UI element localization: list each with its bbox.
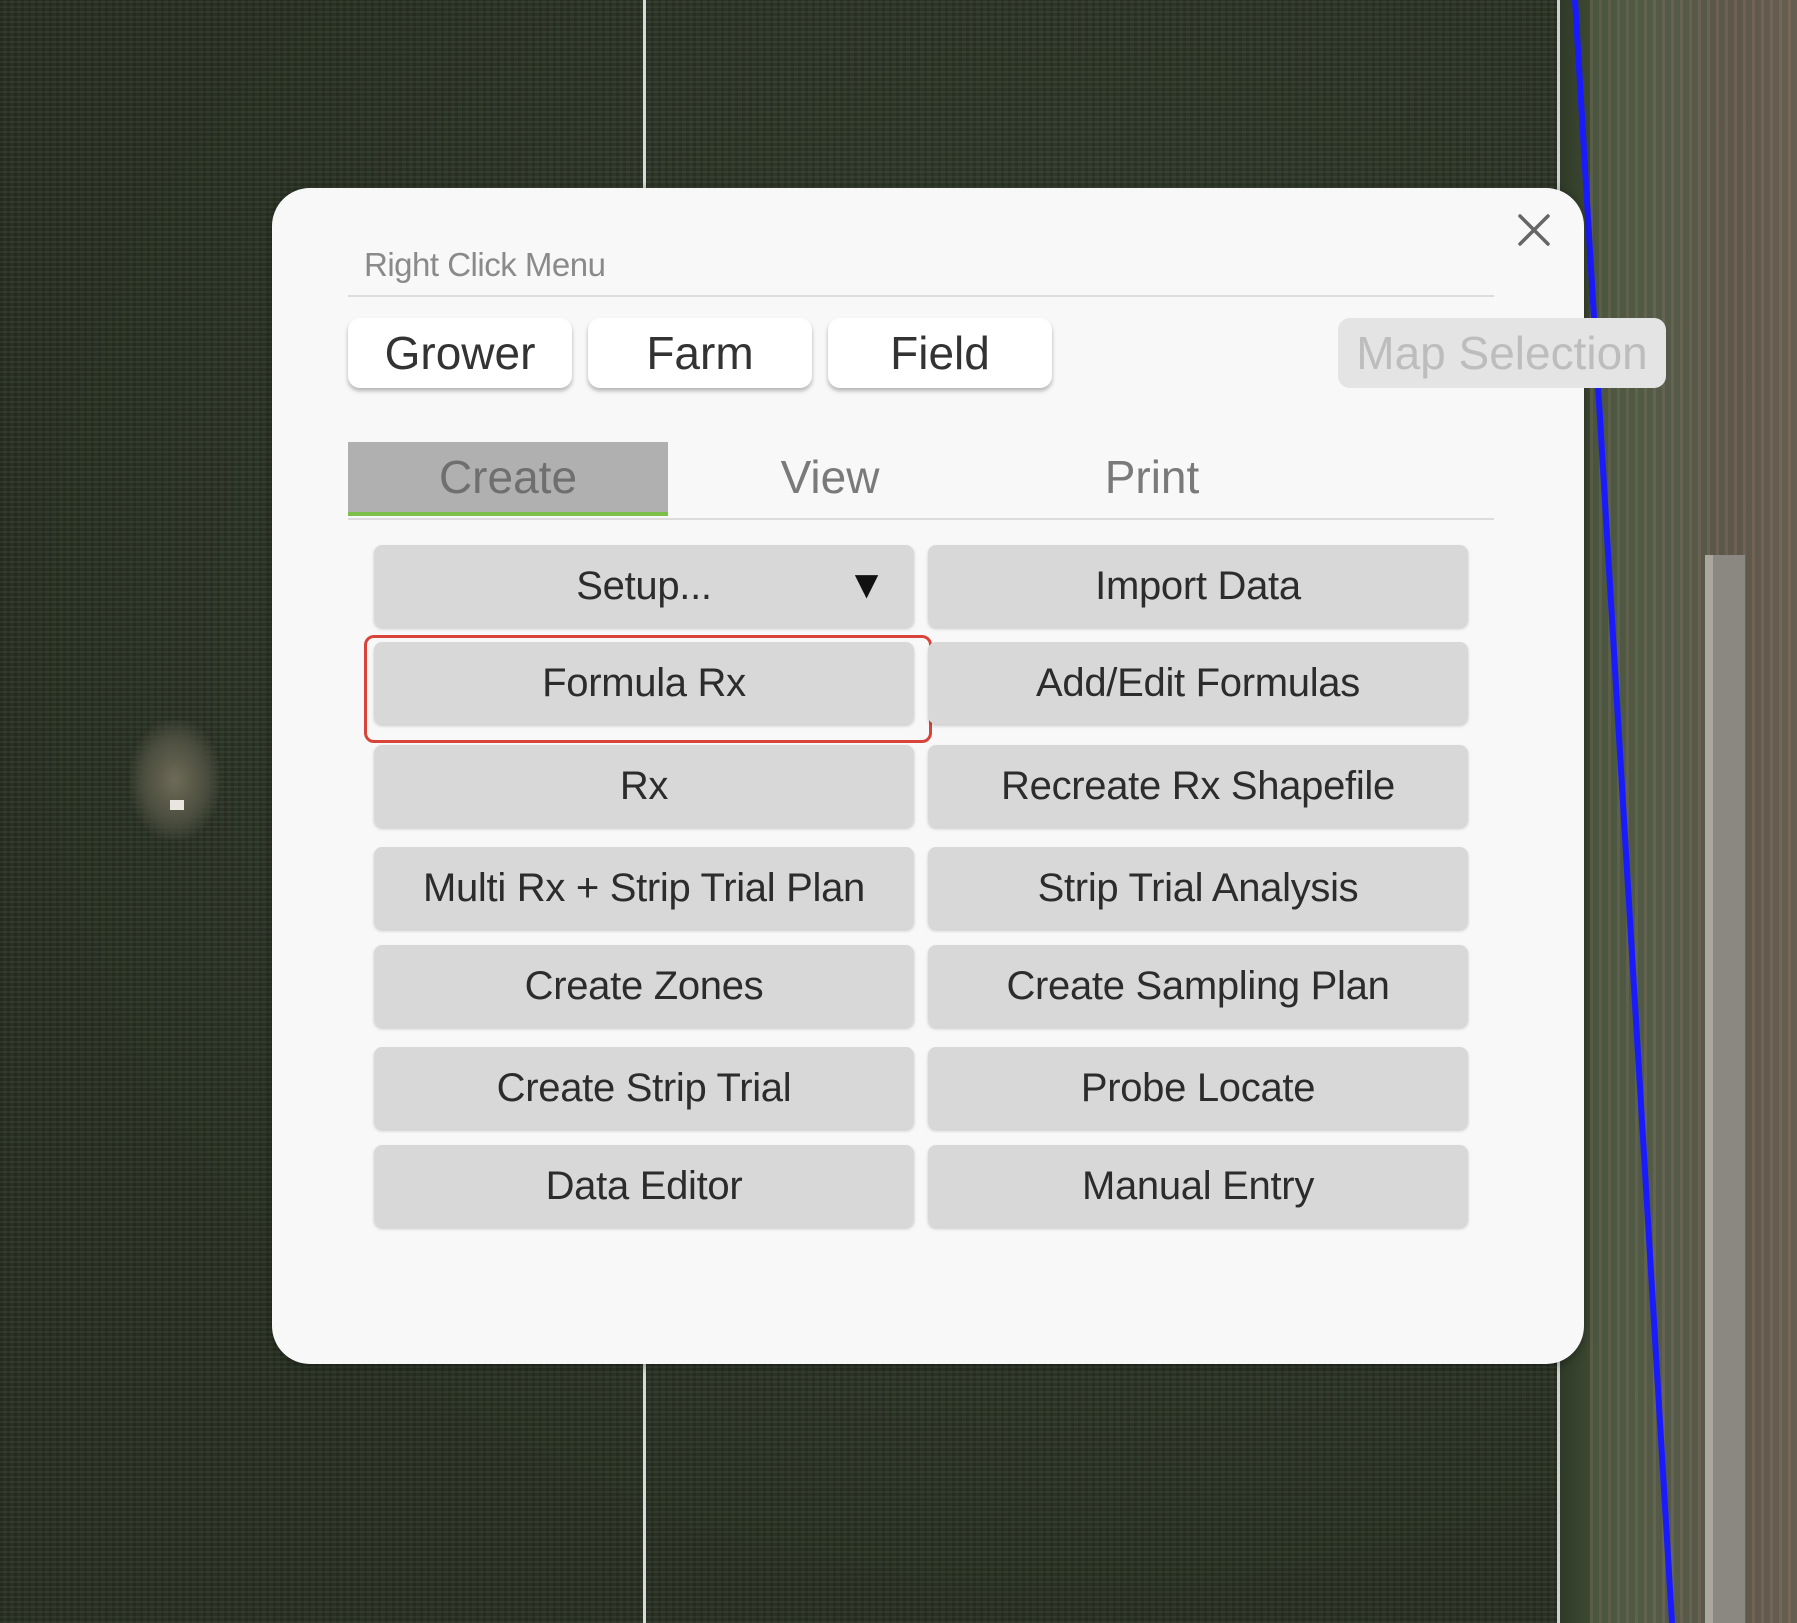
map-adjacent-field xyxy=(1590,0,1797,1623)
add-edit-formulas-button[interactable]: Add/Edit Formulas xyxy=(928,642,1468,724)
caret-down-icon: ▼ xyxy=(846,563,887,607)
manual-entry-button[interactable]: Manual Entry xyxy=(928,1145,1468,1227)
create-strip-trial-button[interactable]: Create Strip Trial xyxy=(374,1047,914,1129)
setup-dropdown[interactable]: Setup... ▼ xyxy=(374,545,914,627)
setup-label: Setup... xyxy=(576,563,712,608)
tab-print[interactable]: Print xyxy=(992,442,1312,512)
import-data-button[interactable]: Import Data xyxy=(928,545,1468,627)
formula-rx-button[interactable]: Formula Rx xyxy=(374,642,914,724)
tab-grower[interactable]: Grower xyxy=(348,318,572,388)
probe-locate-button[interactable]: Probe Locate xyxy=(928,1047,1468,1129)
dialog-title: Right Click Menu xyxy=(364,246,606,283)
title-divider xyxy=(348,295,1494,297)
tab-farm[interactable]: Farm xyxy=(588,318,812,388)
create-sampling-plan-button[interactable]: Create Sampling Plan xyxy=(928,945,1468,1027)
close-button[interactable] xyxy=(1512,208,1556,252)
strip-trial-analysis-button[interactable]: Strip Trial Analysis xyxy=(928,847,1468,929)
tab-view[interactable]: View xyxy=(670,442,990,512)
create-zones-button[interactable]: Create Zones xyxy=(374,945,914,1027)
rx-button[interactable]: Rx xyxy=(374,745,914,827)
right-click-menu-dialog: Right Click Menu Grower Farm Field Map S… xyxy=(272,188,1666,1364)
tab-field[interactable]: Field xyxy=(828,318,1052,388)
tab-map-selection: Map Selection xyxy=(1338,318,1666,388)
close-icon xyxy=(1518,214,1550,246)
map-farmstead xyxy=(130,720,220,840)
map-road xyxy=(1705,555,1745,1623)
data-editor-button[interactable]: Data Editor xyxy=(374,1145,914,1227)
action-tabs: Create View Print xyxy=(348,442,1494,520)
recreate-rx-shapefile-button[interactable]: Recreate Rx Shapefile xyxy=(928,745,1468,827)
tab-create[interactable]: Create xyxy=(348,442,668,516)
multi-rx-strip-trial-plan-button[interactable]: Multi Rx + Strip Trial Plan xyxy=(374,847,914,929)
